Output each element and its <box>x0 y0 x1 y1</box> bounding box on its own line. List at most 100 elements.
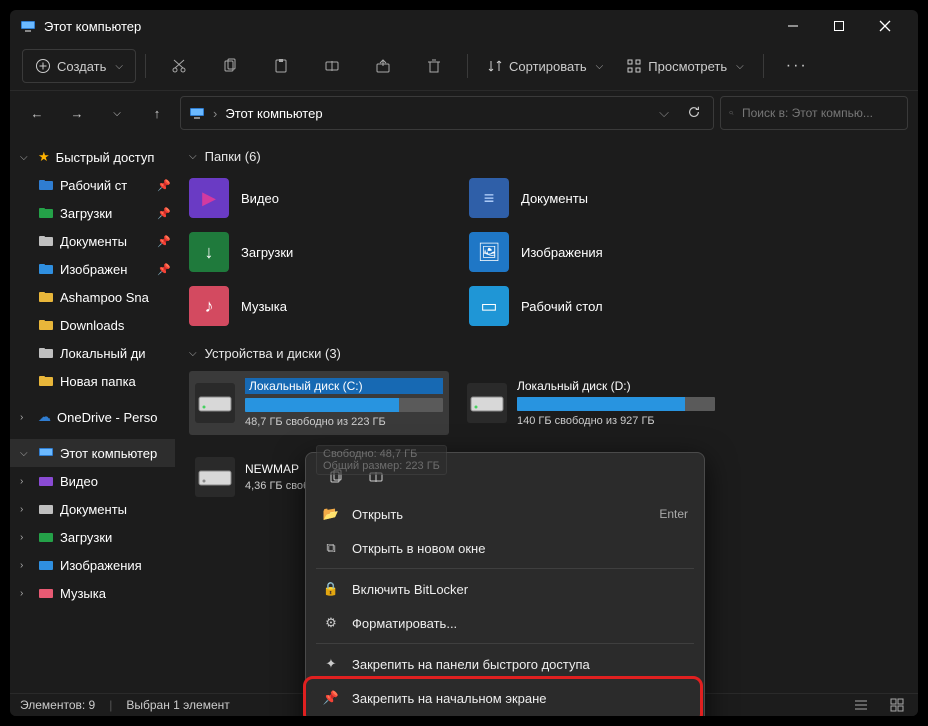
pin-icon: 📌 <box>157 263 171 276</box>
sort-button[interactable]: Сортировать ⌵ <box>477 50 613 82</box>
sidebar-item[interactable]: ›Видео <box>10 467 175 495</box>
drive-name: Локальный диск (D:) <box>517 379 715 393</box>
folder-item[interactable]: ▶Видео <box>189 174 449 222</box>
folder-item[interactable]: ↓ Загрузки <box>189 228 449 276</box>
minimize-button[interactable] <box>770 10 816 42</box>
ctx-item-pinq[interactable]: ✦ Закрепить на панели быстрого доступа <box>310 647 700 681</box>
drive-item[interactable]: Локальный диск (C:) 48,7 ГБ свободно из … <box>189 371 449 435</box>
maximize-button[interactable] <box>816 10 862 42</box>
ctx-copy-button[interactable] <box>318 461 354 493</box>
recent-button[interactable]: ⌵ <box>100 96 134 130</box>
breadcrumb-root[interactable]: Этот компьютер <box>225 106 322 121</box>
back-button[interactable]: ← <box>20 96 54 130</box>
ctx-item-format[interactable]: ⚙Форматировать... <box>310 606 700 640</box>
refresh-button[interactable] <box>687 105 701 122</box>
sidebar-item[interactable]: Загрузки📌 <box>10 199 175 227</box>
drive-icon <box>467 383 507 423</box>
sidebar-item-label: Музыка <box>60 586 171 601</box>
view-button[interactable]: Просмотреть ⌵ <box>616 50 754 82</box>
pinq-icon: ✦ <box>322 656 340 672</box>
sidebar-item-label: Локальный ди <box>60 346 171 361</box>
folder-item[interactable]: ♪Музыка <box>189 282 449 330</box>
address-bar[interactable]: › Этот компьютер ⌵ <box>180 96 714 130</box>
sidebar-item[interactable]: ›Загрузки <box>10 523 175 551</box>
folder-icon <box>38 585 54 601</box>
pc-icon <box>20 18 36 34</box>
ctx-item-newwin[interactable]: ⧉Открыть в новом окне <box>310 531 700 565</box>
separator <box>145 54 146 78</box>
sidebar-item[interactable]: ›Музыка <box>10 579 175 607</box>
open-icon: 📂 <box>322 506 340 522</box>
sidebar-onedrive[interactable]: › ☁ OneDrive - Perso <box>10 403 175 431</box>
window-title: Этот компьютер <box>44 19 770 34</box>
ctx-rename-button[interactable] <box>358 461 394 493</box>
cut-button[interactable] <box>155 50 203 82</box>
folder-icon <box>38 289 54 305</box>
folder-item[interactable]: 🖼Изображения <box>469 228 729 276</box>
ctx-label: Открыть <box>352 507 647 522</box>
search-input[interactable] <box>740 105 899 121</box>
delete-button[interactable] <box>410 50 458 82</box>
pin-icon: 📌 <box>157 207 171 220</box>
drive-bar <box>245 398 443 412</box>
search-box[interactable] <box>720 96 908 130</box>
sidebar-item[interactable]: Рабочий ст📌 <box>10 171 175 199</box>
ctx-item-open[interactable]: 📂ОткрытьEnter <box>310 497 700 531</box>
sidebar-item[interactable]: Новая папка <box>10 367 175 395</box>
up-button[interactable]: ↑ <box>140 96 174 130</box>
more-button[interactable]: ··· <box>773 50 821 82</box>
sidebar-item[interactable]: Локальный ди <box>10 339 175 367</box>
status-selected-count: Выбран 1 элемент <box>126 698 229 712</box>
ctx-label: Закрепить на панели быстрого доступа <box>352 657 688 672</box>
sidebar-quick-access[interactable]: ⌵ ★ Быстрый доступ <box>10 143 175 171</box>
paste-button[interactable] <box>257 50 305 82</box>
folder-icon <box>38 345 54 361</box>
sidebar-item[interactable]: › Документы <box>10 495 175 523</box>
folder-label: Загрузки <box>241 245 293 260</box>
chevron-down-icon: ⌵ <box>736 61 744 72</box>
sidebar-item-label: Новая папка <box>60 374 171 389</box>
share-button[interactable] <box>359 50 407 82</box>
chevron-right-icon: › <box>20 412 32 423</box>
create-button[interactable]: Создать ⌵ <box>22 49 136 83</box>
folder-icon: ▶ <box>189 178 229 218</box>
ctx-item-lock[interactable]: 🔒Включить BitLocker <box>310 572 700 606</box>
folder-icon: ↓ <box>189 232 229 272</box>
newwin-icon: ⧉ <box>322 540 340 556</box>
drive-item[interactable]: Локальный диск (D:) 140 ГБ свободно из 9… <box>461 371 721 435</box>
view-tiles-button[interactable] <box>886 696 908 714</box>
sidebar-this-pc[interactable]: ⌵ Этот компьютер <box>10 439 175 467</box>
section-drives[interactable]: ⌵ Устройства и диски (3) <box>189 346 904 361</box>
chevron-right-icon: › <box>20 504 32 515</box>
chevron-down-icon[interactable]: ⌵ <box>659 105 669 121</box>
drive-free: 48,7 ГБ свободно из 223 ГБ <box>245 416 443 428</box>
folder-label: Изображения <box>521 245 603 260</box>
copy-button[interactable] <box>206 50 254 82</box>
folder-item[interactable]: ≡Документы <box>469 174 729 222</box>
sidebar-item-label: Документы <box>60 234 151 249</box>
sidebar-item-label: Документы <box>60 502 171 517</box>
ctx-item-pins[interactable]: 📌Закрепить на начальном экране <box>310 681 700 715</box>
chevron-right-icon: › <box>20 532 32 543</box>
pin-icon: 📌 <box>157 235 171 248</box>
ctx-label: Включить BitLocker <box>352 582 688 597</box>
sidebar-item-label: Downloads <box>60 318 171 333</box>
folder-icon <box>38 317 54 333</box>
cloud-icon: ☁ <box>38 409 51 425</box>
rename-button[interactable] <box>308 50 356 82</box>
view-details-button[interactable] <box>850 696 872 714</box>
section-folders[interactable]: ⌵ Папки (6) <box>189 149 904 164</box>
folder-label: Документы <box>521 191 588 206</box>
folder-label: Рабочий стол <box>521 299 603 314</box>
sidebar-item[interactable]: Изображен📌 <box>10 255 175 283</box>
folder-label: Музыка <box>241 299 287 314</box>
sidebar-item-label: Изображения <box>60 558 171 573</box>
forward-button[interactable]: → <box>60 96 94 130</box>
sidebar-item[interactable]: Документы 📌 <box>10 227 175 255</box>
chevron-down-icon: ⌵ <box>596 61 604 72</box>
close-button[interactable] <box>862 10 908 42</box>
sidebar-item[interactable]: ›Изображения <box>10 551 175 579</box>
sidebar-item[interactable]: Ashampoo Sna <box>10 283 175 311</box>
folder-item[interactable]: ▭Рабочий стол <box>469 282 729 330</box>
sidebar-item[interactable]: Downloads <box>10 311 175 339</box>
